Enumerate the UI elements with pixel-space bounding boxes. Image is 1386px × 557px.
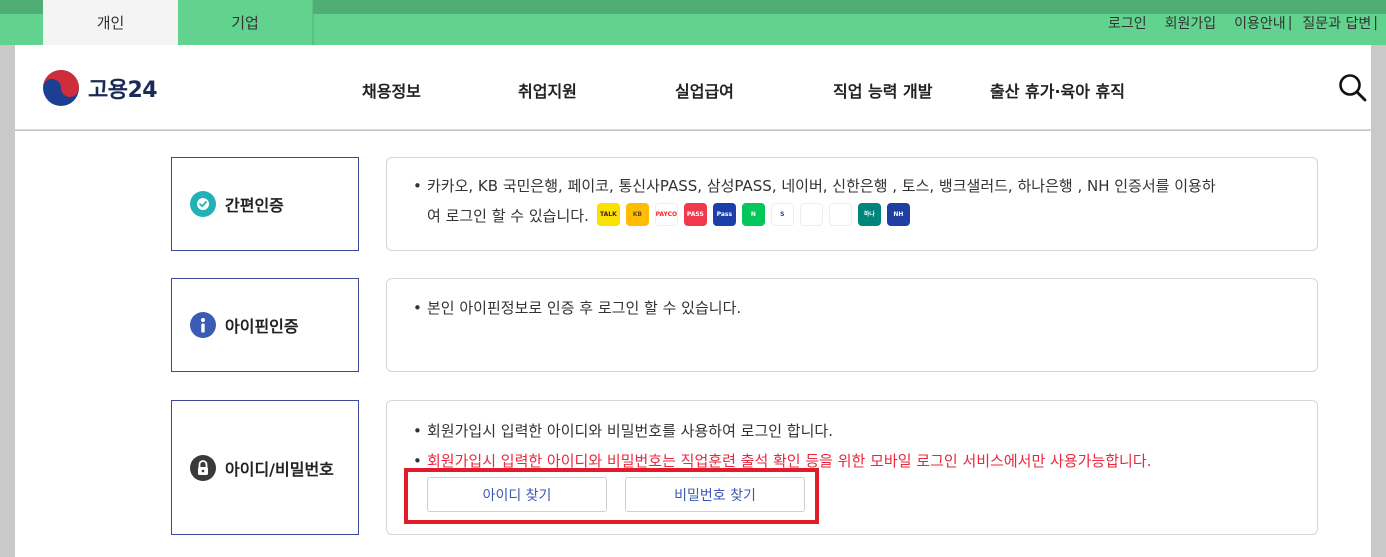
qna-link[interactable]: 질문과 답변: [1302, 13, 1371, 33]
description-text: 본인 아이핀정보로 인증 후 로그인 할 수 있습니다.: [427, 299, 742, 317]
highlight-box: [404, 468, 819, 524]
description-text: 여 로그인 할 수 있습니다.: [427, 207, 589, 225]
samsung-pass-logo-icon: Pass: [712, 203, 736, 226]
nav-unemployment-benefit[interactable]: 실업급여: [675, 78, 734, 102]
guide-link[interactable]: 이용안내: [1234, 13, 1286, 33]
shinhan-logo-icon: S: [770, 203, 794, 226]
utility-links: 로그인 회원가입 이용안내 | 질문과 답변 |: [1090, 10, 1378, 35]
naver-logo-icon: N: [741, 203, 765, 226]
right-gutter: [1371, 45, 1386, 557]
taegeuk-logo-icon: [43, 70, 79, 106]
section-title: 아이핀인증: [225, 317, 299, 336]
tab-business[interactable]: 기업: [178, 0, 313, 45]
payco-logo-icon: PAYCO: [654, 203, 678, 226]
search-button[interactable]: [1337, 72, 1369, 104]
nh-logo-icon: NH: [886, 203, 910, 226]
separator: |: [1287, 14, 1293, 31]
simple-auth-label: 간편인증: [171, 157, 359, 251]
check-shield-icon: [190, 191, 216, 217]
separator: |: [1373, 14, 1378, 31]
logo-text: 고용24: [88, 78, 158, 103]
id-password-label: 아이디/비밀번호: [171, 400, 359, 535]
login-link[interactable]: 로그인: [1108, 13, 1147, 33]
provider-logos: TALK KB PAYCO PASS Pass N S 하나 NH: [596, 203, 910, 226]
tab-divider: [313, 14, 314, 45]
login-methods: 간편인증 카카오, KB 국민은행, 페이코, 통신사PASS, 삼성PASS,…: [15, 131, 1371, 557]
top-bar: 개인 기업 로그인 회원가입 이용안내 | 질문과 답변 |: [0, 0, 1386, 45]
hana-logo-icon: 하나: [857, 203, 881, 226]
tab-personal[interactable]: 개인: [43, 0, 178, 45]
ipin-auth-label: 아이핀인증: [171, 278, 359, 372]
kakao-logo-icon: TALK: [596, 203, 620, 226]
ipin-auth-desc: 본인 아이핀정보로 인증 후 로그인 할 수 있습니다.: [386, 278, 1318, 372]
tab-label: 기업: [231, 14, 259, 32]
telecom-pass-logo-icon: PASS: [683, 203, 707, 226]
lock-icon: [190, 454, 216, 481]
search-icon: [1339, 74, 1367, 102]
toss-logo-icon: [799, 203, 823, 226]
nav-employment-support[interactable]: 취업지원: [518, 78, 577, 102]
site-header: 고용24 채용정보 취업지원 실업급여 직업 능력 개발 출산 휴가·육아 휴직: [15, 45, 1371, 130]
description-line: 회원가입시 입력한 아이디와 비밀번호를 사용하여 로그인 합니다.: [413, 416, 1297, 446]
nav-job-info[interactable]: 채용정보: [362, 78, 421, 102]
section-title: 아이디/비밀번호: [225, 459, 334, 479]
description-text: 회원가입시 입력한 아이디와 비밀번호를 사용하여 로그인 합니다.: [427, 422, 833, 440]
simple-auth-desc: 카카오, KB 국민은행, 페이코, 통신사PASS, 삼성PASS, 네이버,…: [386, 157, 1318, 251]
site-logo[interactable]: 고용24: [42, 69, 158, 107]
info-icon: [190, 312, 216, 338]
banksalad-logo-icon: [828, 203, 852, 226]
description-line: 본인 아이핀정보로 인증 후 로그인 할 수 있습니다.: [413, 293, 1297, 323]
description-line: 여 로그인 할 수 있습니다. TALK KB PAYCO PASS Pass N S 하나 NH: [413, 201, 1297, 231]
nav-parental-leave[interactable]: 출산 휴가·육아 휴직: [990, 78, 1125, 102]
kb-logo-icon: KB: [625, 203, 649, 226]
description-line: 카카오, KB 국민은행, 페이코, 통신사PASS, 삼성PASS, 네이버,…: [413, 171, 1297, 201]
nav-vocational-training[interactable]: 직업 능력 개발: [833, 78, 932, 102]
section-title: 간편인증: [225, 196, 284, 215]
tab-label: 개인: [96, 14, 125, 32]
signup-link[interactable]: 회원가입: [1165, 13, 1217, 33]
description-text: 카카오, KB 국민은행, 페이코, 통신사PASS, 삼성PASS, 네이버,…: [427, 177, 1216, 195]
